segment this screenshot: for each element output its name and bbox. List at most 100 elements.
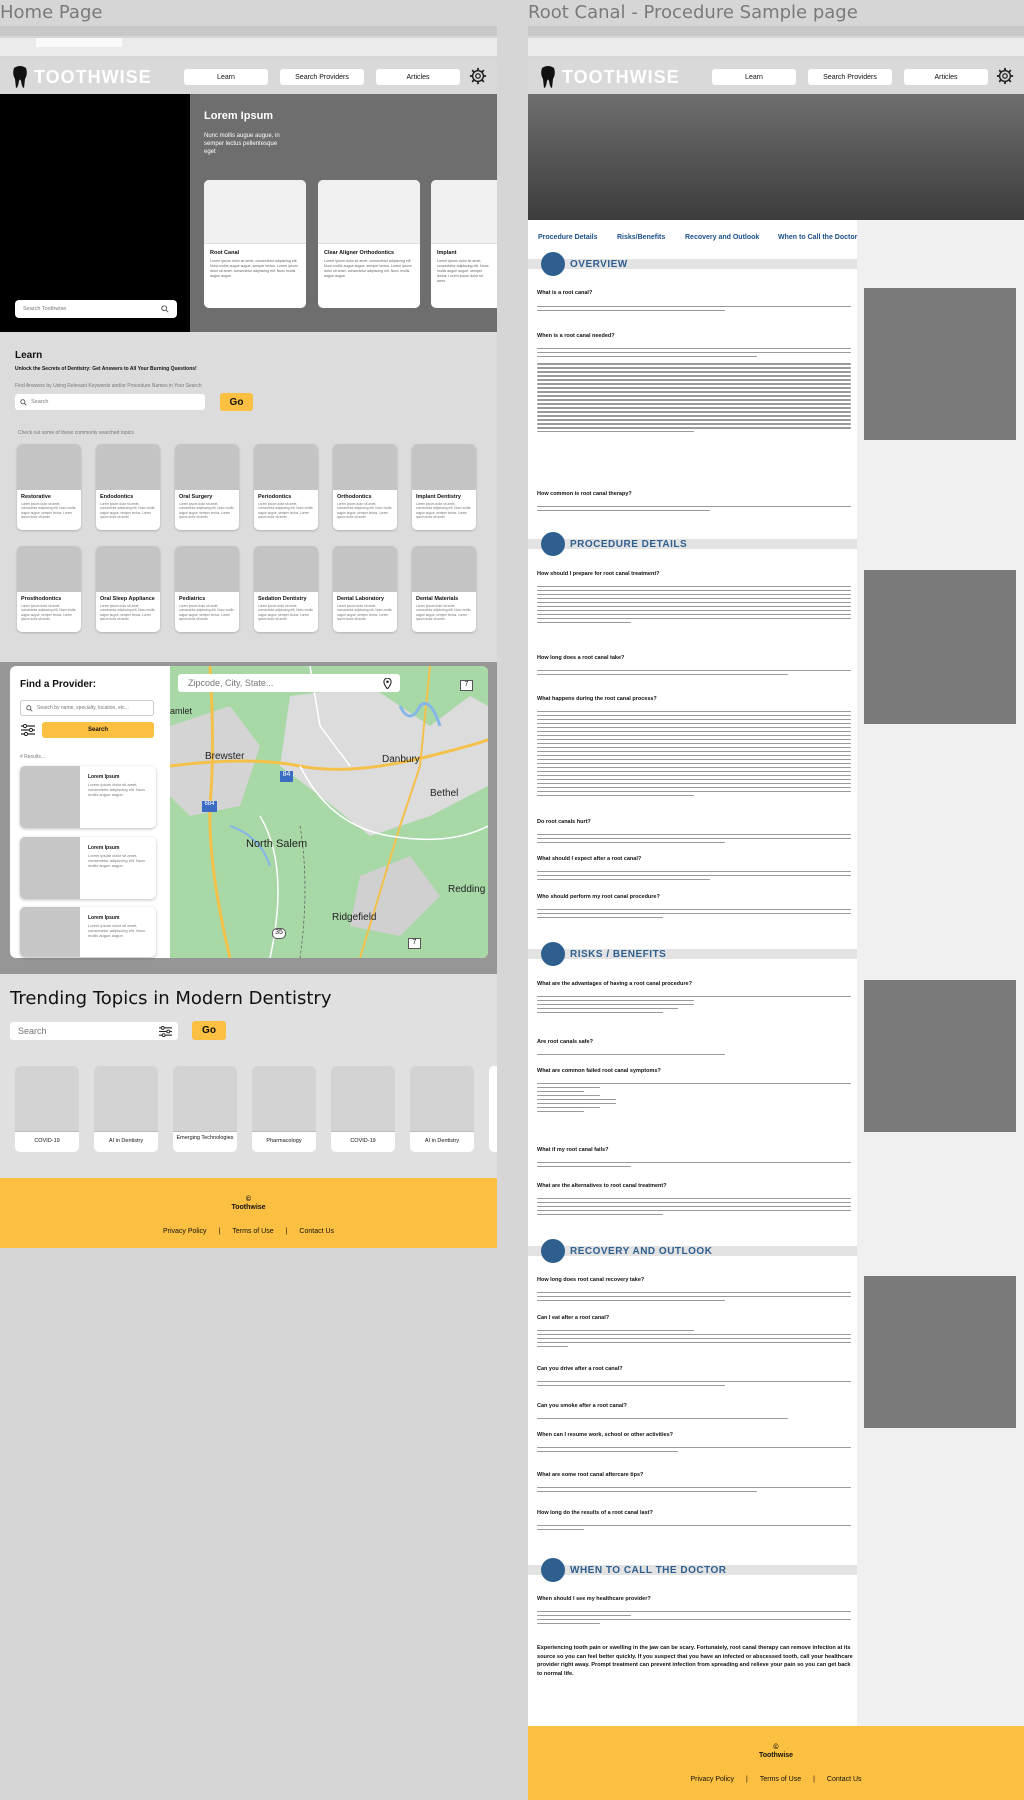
footer-privacy-link[interactable]: Privacy Policy (690, 1776, 734, 1783)
question: How common is root canal therapy? (537, 491, 632, 497)
footer-contact-link[interactable]: Contact Us (299, 1228, 334, 1235)
trending-label: AI in Dentistry (108, 1138, 144, 1144)
location-pin-icon[interactable] (383, 677, 392, 689)
footer-terms-link[interactable]: Terms of Use (760, 1776, 801, 1783)
topic-card[interactable]: Implant Dentistry Lorem ipsum dolor sit a… (412, 444, 476, 530)
brand-name: TOOTHWISE (562, 66, 680, 87)
topic-image (17, 546, 81, 592)
service-card[interactable]: Clear Aligner Orthodontics Lorem ipsum d… (318, 180, 420, 308)
topic-card[interactable]: Orthodontics Lorem ipsum dolor sit amet, … (333, 444, 397, 530)
topic-card[interactable]: Endodontics Lorem ipsum dolor sit amet, c… (96, 444, 160, 530)
topic-card[interactable]: Oral Surgery Lorem ipsum dolor sit amet, … (175, 444, 239, 530)
service-card[interactable]: Implant Lorem ipsum dolor sit amet, cons… (431, 180, 497, 308)
result-card[interactable]: Lorem Ipsum Lorem ipsum dolor sit amet, c… (20, 837, 156, 899)
topic-title: Oral Surgery (179, 494, 213, 500)
recovery-title: RECOVERY AND OUTLOOK (570, 1246, 713, 1257)
topic-title: Endodontics (100, 494, 134, 500)
trending-card[interactable]: AI in Dentistry (94, 1066, 158, 1152)
gear-icon[interactable] (469, 67, 487, 85)
filter-icon[interactable] (21, 724, 35, 736)
browser-bar (528, 26, 1024, 36)
search-icon (20, 398, 27, 406)
topic-title: Periodontics (258, 494, 292, 500)
provider-search-button[interactable]: Search (42, 722, 154, 738)
answer-text (537, 670, 851, 678)
brand-logo[interactable]: TOOTHWISE (12, 65, 152, 89)
procedure-icon (541, 532, 565, 556)
answer-text (537, 1292, 851, 1304)
nav-search-providers[interactable]: Search Providers (280, 69, 364, 85)
trending-search-input[interactable]: Search (10, 1022, 178, 1040)
topic-card[interactable]: Periodontics Lorem ipsum dolor sit amet, … (254, 444, 318, 530)
topic-card[interactable]: Sedation Dentistry Lorem ipsum dolor sit … (254, 546, 318, 632)
browser-tab[interactable] (36, 38, 122, 47)
learn-search-input[interactable]: Search (15, 394, 205, 410)
overview-icon (541, 252, 565, 276)
learn-go-button[interactable]: Go (220, 393, 253, 411)
provider-search-input[interactable]: Search by name, specialty, location, etc… (20, 700, 154, 716)
topic-image (96, 546, 160, 592)
topic-card[interactable]: Dental Laboratory Lorem ipsum dolor sit a… (333, 546, 397, 632)
topic-card[interactable]: Prosthodontics Lorem ipsum dolor sit amet… (17, 546, 81, 632)
topic-card[interactable]: Dental Materials Lorem ipsum dolor sit am… (412, 546, 476, 632)
trending-card[interactable]: Emerging Technologies (173, 1066, 237, 1152)
result-card[interactable]: Lorem Ipsum Lorem ipsum dolor sit amet, c… (20, 766, 156, 828)
filter-icon[interactable] (159, 1025, 172, 1037)
hero-search-input[interactable]: Search Toothwise (15, 300, 177, 318)
answer-text (537, 506, 851, 514)
trending-card[interactable]: Pharmacology (252, 1066, 316, 1152)
nav-articles[interactable]: Articles (904, 69, 988, 85)
topic-image (254, 546, 318, 592)
topic-card[interactable]: Restorative Lorem ipsum dolor sit amet, c… (17, 444, 81, 530)
nav-learn[interactable]: Learn (712, 69, 796, 85)
sidebar-ad (864, 288, 1016, 440)
map-roads (170, 666, 488, 958)
trending-go-button[interactable]: Go (192, 1021, 226, 1040)
answer-text (537, 1418, 851, 1422)
nav-articles[interactable]: Articles (376, 69, 460, 85)
trending-card-partial (489, 1066, 497, 1152)
trending-card[interactable]: AI in Dentistry (410, 1066, 474, 1152)
doctor-title: WHEN TO CALL THE DOCTOR (570, 1565, 727, 1576)
trending-image (94, 1066, 158, 1132)
footer-contact-link[interactable]: Contact Us (827, 1776, 862, 1783)
question: What happens during the root canal proce… (537, 696, 657, 702)
topic-card[interactable]: Oral Sleep Appliance Lorem ipsum dolor si… (96, 546, 160, 632)
results-label: # Results... (20, 754, 46, 760)
footer-privacy-link[interactable]: Privacy Policy (163, 1228, 207, 1235)
answer-text (537, 306, 851, 314)
brand-logo[interactable]: TOOTHWISE (540, 65, 680, 89)
topic-card[interactable]: Pediatrics Lorem ipsum dolor sit amet, co… (175, 546, 239, 632)
hero-video (0, 94, 190, 332)
footer-terms-link[interactable]: Terms of Use (232, 1228, 273, 1235)
footer-sep: | (746, 1776, 748, 1783)
result-card[interactable]: Lorem Ipsum Lorem ipsum dolor sit amet, c… (20, 907, 156, 957)
nav-learn[interactable]: Learn (184, 69, 268, 85)
result-image (20, 766, 80, 828)
footer-copyright: © (245, 1196, 252, 1203)
trending-card[interactable]: COVID-19 (15, 1066, 79, 1152)
service-card[interactable]: Root Canal Lorem ipsum dolor sit amet, c… (204, 180, 306, 308)
answer-text (537, 909, 851, 921)
map-location-input[interactable]: Zipcode, City, State... (178, 674, 400, 692)
browser-bar (0, 26, 497, 36)
provider-map[interactable]: Zipcode, City, State... amlet Brewster D… (170, 666, 488, 958)
rc-tab-doctor[interactable]: When to Call the Doctor (778, 234, 857, 241)
question: What are common failed root canal sympto… (537, 1068, 661, 1074)
result-image (20, 907, 80, 957)
answer-text (537, 871, 851, 883)
result-desc: Lorem ipsum dolor sit amet, consectetur … (88, 782, 146, 797)
answer-text (537, 1611, 851, 1627)
answer-text (537, 1330, 851, 1350)
rc-tab-risks[interactable]: Risks/Benefits (617, 234, 665, 241)
gear-icon[interactable] (996, 67, 1014, 85)
rc-tab-procedure[interactable]: Procedure Details (538, 234, 598, 241)
trending-card[interactable]: COVID-19 (331, 1066, 395, 1152)
card-image (204, 180, 306, 244)
learn-title: Learn (15, 350, 43, 361)
answer-text (537, 834, 851, 846)
nav-search-providers[interactable]: Search Providers (808, 69, 892, 85)
search-icon (161, 305, 169, 313)
rc-tab-recovery[interactable]: Recovery and Outlook (685, 234, 759, 241)
card-title: Root Canal (210, 250, 240, 256)
